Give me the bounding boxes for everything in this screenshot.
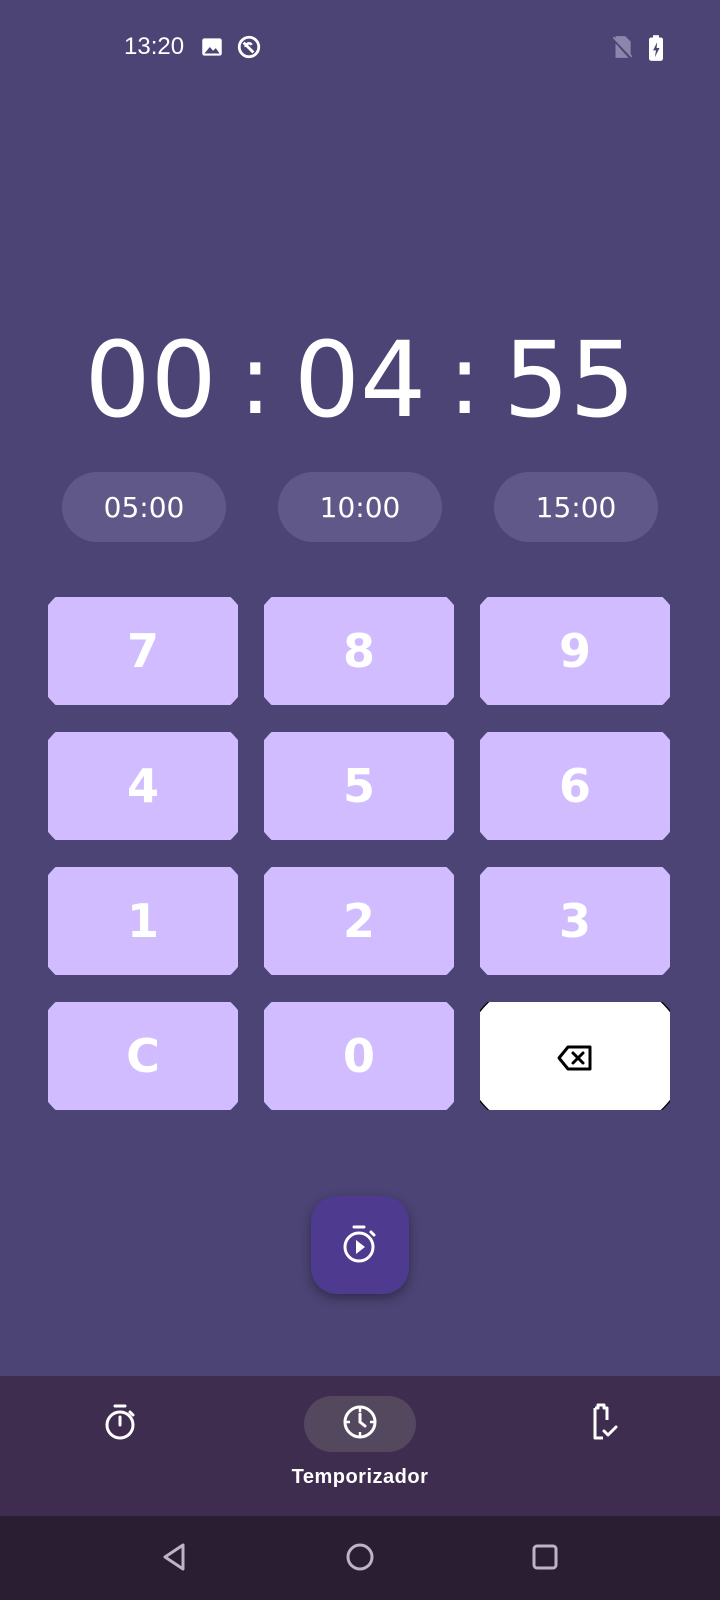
backspace-button[interactable] — [480, 1002, 670, 1110]
image-icon — [199, 34, 225, 60]
preset-10-min-button[interactable]: 10:00 — [278, 472, 442, 542]
do-not-disturb-icon — [236, 34, 262, 60]
timer-separator: : — [448, 323, 482, 437]
key-7-button[interactable]: 7 — [48, 597, 238, 705]
backspace-icon — [557, 1029, 593, 1083]
timer-separator: : — [238, 323, 272, 437]
nav-item-stopwatch[interactable] — [64, 1376, 176, 1516]
key-4-button[interactable]: 4 — [48, 732, 238, 840]
key-8-button[interactable]: 8 — [264, 597, 454, 705]
key-5-button[interactable]: 5 — [264, 732, 454, 840]
key-9-button[interactable]: 9 — [480, 597, 670, 705]
start-timer-button[interactable] — [311, 1196, 409, 1294]
status-time: 13:20 — [124, 33, 185, 60]
backspace-button-face — [480, 1002, 670, 1110]
key-3-button[interactable]: 3 — [480, 867, 670, 975]
back-icon — [159, 1541, 191, 1578]
nav-pill — [546, 1396, 658, 1452]
key-1-button[interactable]: 1 — [48, 867, 238, 975]
key-0-button[interactable]: 0 — [264, 1002, 454, 1110]
no-sim-icon — [610, 34, 636, 61]
battery-check-icon — [585, 1402, 619, 1447]
timer-minutes: 04 — [293, 319, 427, 441]
nav-item-timer[interactable]: Temporizador — [250, 1376, 470, 1516]
system-navigation-bar — [0, 1516, 720, 1600]
home-button[interactable] — [335, 1534, 385, 1584]
nav-pill-active — [304, 1396, 416, 1452]
nav-pill — [64, 1396, 176, 1452]
timer-play-icon — [341, 1224, 379, 1267]
nav-label-timer: Temporizador — [291, 1466, 429, 1488]
status-bar: 13:20 — [0, 0, 720, 96]
preset-15-min-button[interactable]: 15:00 — [494, 472, 658, 542]
home-icon — [344, 1541, 376, 1578]
key-2-button[interactable]: 2 — [264, 867, 454, 975]
stopwatch-icon — [103, 1403, 137, 1446]
back-button[interactable] — [150, 1534, 200, 1584]
bottom-navigation: Temporizador — [0, 1376, 720, 1516]
preset-5-min-button[interactable]: 05:00 — [62, 472, 226, 542]
timer-hours: 00 — [84, 319, 217, 441]
battery-charging-icon — [646, 34, 672, 61]
key-6-button[interactable]: 6 — [480, 732, 670, 840]
nav-item-battery[interactable] — [546, 1376, 658, 1516]
timer-seconds: 55 — [503, 319, 636, 441]
timer-icon — [341, 1403, 379, 1446]
clear-button[interactable]: C — [48, 1002, 238, 1110]
timer-display: 00 : 04 : 55 — [0, 320, 720, 440]
recents-icon — [529, 1541, 561, 1578]
recents-button[interactable] — [520, 1534, 570, 1584]
